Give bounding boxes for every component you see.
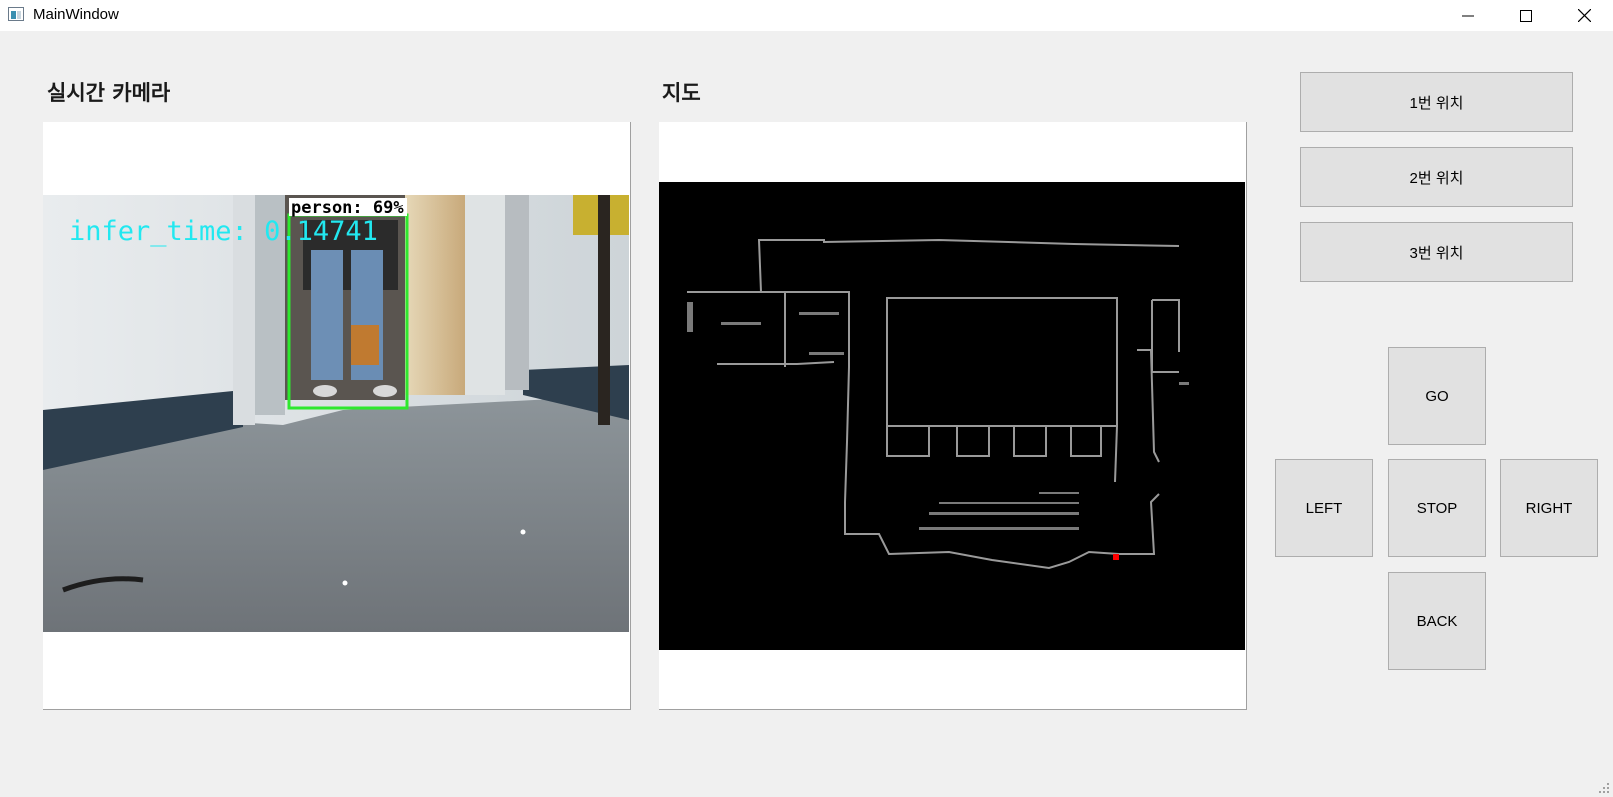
camera-heading: 실시간 카메라 bbox=[47, 81, 171, 105]
map-heading: 지도 bbox=[662, 81, 701, 105]
maximize-icon bbox=[1520, 9, 1532, 22]
robot-position-marker bbox=[1113, 554, 1119, 560]
location-3-button[interactable]: 3번 위치 bbox=[1300, 222, 1573, 282]
window-title: MainWindow bbox=[33, 6, 119, 23]
resize-grip-icon[interactable] bbox=[1598, 782, 1610, 794]
title-bar: MainWindow bbox=[0, 0, 1613, 31]
location-2-button[interactable]: 2번 위치 bbox=[1300, 147, 1573, 207]
maximize-button[interactable] bbox=[1497, 0, 1555, 31]
close-icon bbox=[1577, 9, 1591, 22]
camera-view: person: 69% infer_time: 0.14741 bbox=[43, 122, 631, 710]
detection-label: person: 69% bbox=[291, 198, 404, 218]
minimize-icon bbox=[1462, 15, 1474, 16]
close-button[interactable] bbox=[1555, 0, 1613, 31]
main-window-client: 실시간 카메라 지도 person: 69% infer_time: 0.147… bbox=[0, 31, 1613, 797]
minimize-button[interactable] bbox=[1439, 0, 1497, 31]
stop-button[interactable]: STOP bbox=[1388, 459, 1486, 557]
map-view bbox=[659, 122, 1247, 710]
location-1-button[interactable]: 1번 위치 bbox=[1300, 72, 1573, 132]
infer-time-text: infer_time: 0.14741 bbox=[69, 216, 378, 247]
app-window-icon bbox=[8, 7, 24, 21]
right-button[interactable]: RIGHT bbox=[1500, 459, 1598, 557]
camera-frame-image: person: 69% infer_time: 0.14741 bbox=[43, 195, 629, 632]
left-button[interactable]: LEFT bbox=[1275, 459, 1373, 557]
back-button[interactable]: BACK bbox=[1388, 572, 1486, 670]
occupancy-map-image bbox=[659, 182, 1245, 650]
go-button[interactable]: GO bbox=[1388, 347, 1486, 445]
